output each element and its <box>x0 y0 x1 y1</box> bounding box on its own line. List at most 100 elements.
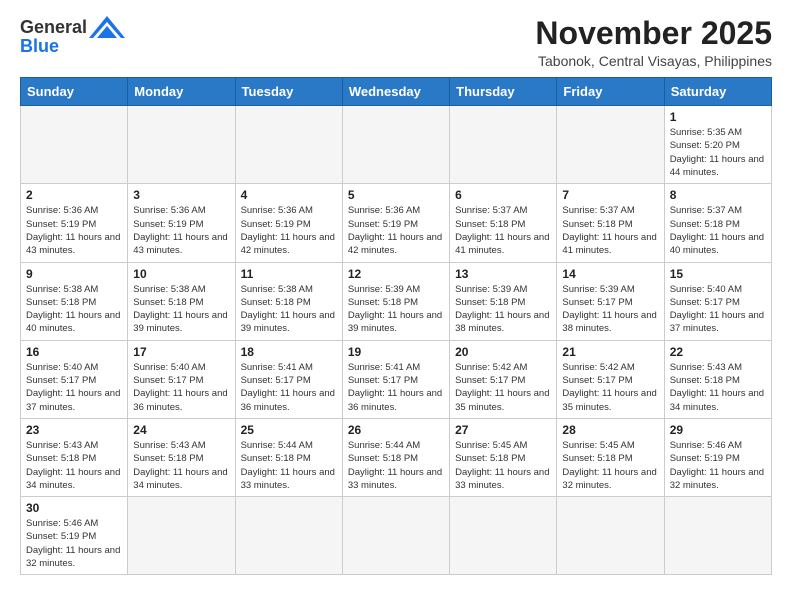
table-row <box>235 497 342 575</box>
day-info: Sunrise: 5:46 AMSunset: 5:19 PMDaylight:… <box>670 439 766 492</box>
logo-icon <box>89 16 125 38</box>
day-info: Sunrise: 5:43 AMSunset: 5:18 PMDaylight:… <box>670 361 766 414</box>
table-row: 2Sunrise: 5:36 AMSunset: 5:19 PMDaylight… <box>21 184 128 262</box>
logo: General Blue <box>20 16 125 57</box>
day-number: 9 <box>26 267 122 281</box>
day-number: 11 <box>241 267 337 281</box>
table-row <box>235 106 342 184</box>
day-info: Sunrise: 5:39 AMSunset: 5:18 PMDaylight:… <box>455 283 551 336</box>
table-row: 18 Sunrise: 5:41 AMSunset: 5:17 PMDayligh… <box>235 340 342 418</box>
day-number: 25 <box>241 423 337 437</box>
day-number: 21 <box>562 345 658 359</box>
table-row <box>557 497 664 575</box>
day-number: 20 <box>455 345 551 359</box>
table-row <box>450 497 557 575</box>
table-row: 13 Sunrise: 5:39 AMSunset: 5:18 PMDayligh… <box>450 262 557 340</box>
day-number: 3 <box>133 188 229 202</box>
day-number: 5 <box>348 188 444 202</box>
table-row: 11Sunrise: 5:38 AMSunset: 5:18 PMDayligh… <box>235 262 342 340</box>
day-number: 10 <box>133 267 229 281</box>
calendar-row-2: 2Sunrise: 5:36 AMSunset: 5:19 PMDaylight… <box>21 184 772 262</box>
day-info: Sunrise: 5:39 AMSunset: 5:18 PMDaylight:… <box>348 283 444 336</box>
day-number: 17 <box>133 345 229 359</box>
day-info: Sunrise: 5:44 AMSunset: 5:18 PMDaylight:… <box>348 439 444 492</box>
day-info: Sunrise: 5:38 AMSunset: 5:18 PMDaylight:… <box>26 283 122 336</box>
header-saturday: Saturday <box>664 78 771 106</box>
day-number: 8 <box>670 188 766 202</box>
table-row: 16Sunrise: 5:40 AMSunset: 5:17 PMDayligh… <box>21 340 128 418</box>
day-number: 14 <box>562 267 658 281</box>
calendar-row-5: 23 Sunrise: 5:43 AMSunset: 5:18 PMDayligh… <box>21 418 772 496</box>
title-area: November 2025 Tabonok, Central Visayas, … <box>535 16 772 69</box>
day-number: 26 <box>348 423 444 437</box>
header-wednesday: Wednesday <box>342 78 449 106</box>
table-row: 1Sunrise: 5:35 AMSunset: 5:20 PMDaylight… <box>664 106 771 184</box>
table-row: 28 Sunrise: 5:45 AMSunset: 5:18 PMDayligh… <box>557 418 664 496</box>
header-thursday: Thursday <box>450 78 557 106</box>
day-info: Sunrise: 5:43 AMSunset: 5:18 PMDaylight:… <box>133 439 229 492</box>
day-info: Sunrise: 5:37 AMSunset: 5:18 PMDaylight:… <box>562 204 658 257</box>
table-row: 29 Sunrise: 5:46 AMSunset: 5:19 PMDayligh… <box>664 418 771 496</box>
day-number: 23 <box>26 423 122 437</box>
day-number: 27 <box>455 423 551 437</box>
table-row: 25 Sunrise: 5:44 AMSunset: 5:18 PMDayligh… <box>235 418 342 496</box>
day-number: 15 <box>670 267 766 281</box>
table-row: 26 Sunrise: 5:44 AMSunset: 5:18 PMDayligh… <box>342 418 449 496</box>
table-row: 9 Sunrise: 5:38 AMSunset: 5:18 PMDaylight… <box>21 262 128 340</box>
day-info: Sunrise: 5:45 AMSunset: 5:18 PMDaylight:… <box>562 439 658 492</box>
day-info: Sunrise: 5:44 AMSunset: 5:18 PMDaylight:… <box>241 439 337 492</box>
logo-blue: Blue <box>20 36 59 57</box>
day-number: 28 <box>562 423 658 437</box>
day-info: Sunrise: 5:36 AMSunset: 5:19 PMDaylight:… <box>348 204 444 257</box>
table-row: 30Sunrise: 5:46 AMSunset: 5:19 PMDayligh… <box>21 497 128 575</box>
day-info: Sunrise: 5:38 AMSunset: 5:18 PMDaylight:… <box>133 283 229 336</box>
header-monday: Monday <box>128 78 235 106</box>
day-info: Sunrise: 5:41 AMSunset: 5:17 PMDaylight:… <box>348 361 444 414</box>
day-number: 29 <box>670 423 766 437</box>
table-row <box>128 106 235 184</box>
day-number: 18 <box>241 345 337 359</box>
day-number: 4 <box>241 188 337 202</box>
day-number: 30 <box>26 501 122 515</box>
calendar: Sunday Monday Tuesday Wednesday Thursday… <box>20 77 772 575</box>
table-row <box>342 106 449 184</box>
day-info: Sunrise: 5:40 AMSunset: 5:17 PMDaylight:… <box>133 361 229 414</box>
table-row: 3 Sunrise: 5:36 AMSunset: 5:19 PMDaylight… <box>128 184 235 262</box>
month-title: November 2025 <box>535 16 772 51</box>
day-info: Sunrise: 5:37 AMSunset: 5:18 PMDaylight:… <box>670 204 766 257</box>
table-row: 10 Sunrise: 5:38 AMSunset: 5:18 PMDayligh… <box>128 262 235 340</box>
subtitle: Tabonok, Central Visayas, Philippines <box>535 53 772 69</box>
day-info: Sunrise: 5:45 AMSunset: 5:18 PMDaylight:… <box>455 439 551 492</box>
day-info: Sunrise: 5:43 AMSunset: 5:18 PMDaylight:… <box>26 439 122 492</box>
day-info: Sunrise: 5:42 AMSunset: 5:17 PMDaylight:… <box>455 361 551 414</box>
table-row: 8 Sunrise: 5:37 AMSunset: 5:18 PMDaylight… <box>664 184 771 262</box>
day-number: 7 <box>562 188 658 202</box>
table-row <box>21 106 128 184</box>
day-info: Sunrise: 5:40 AMSunset: 5:17 PMDaylight:… <box>670 283 766 336</box>
table-row: 6Sunrise: 5:37 AMSunset: 5:18 PMDaylight… <box>450 184 557 262</box>
calendar-row-4: 16Sunrise: 5:40 AMSunset: 5:17 PMDayligh… <box>21 340 772 418</box>
weekday-header-row: Sunday Monday Tuesday Wednesday Thursday… <box>21 78 772 106</box>
calendar-row-3: 9 Sunrise: 5:38 AMSunset: 5:18 PMDaylight… <box>21 262 772 340</box>
day-info: Sunrise: 5:37 AMSunset: 5:18 PMDaylight:… <box>455 204 551 257</box>
header: General Blue November 2025 Tabonok, Cent… <box>20 16 772 69</box>
table-row <box>450 106 557 184</box>
day-number: 12 <box>348 267 444 281</box>
table-row <box>557 106 664 184</box>
table-row: 4 Sunrise: 5:36 AMSunset: 5:19 PMDaylight… <box>235 184 342 262</box>
table-row: 14Sunrise: 5:39 AMSunset: 5:17 PMDayligh… <box>557 262 664 340</box>
table-row: 20 Sunrise: 5:42 AMSunset: 5:17 PMDayligh… <box>450 340 557 418</box>
day-info: Sunrise: 5:40 AMSunset: 5:17 PMDaylight:… <box>26 361 122 414</box>
day-info: Sunrise: 5:36 AMSunset: 5:19 PMDaylight:… <box>26 204 122 257</box>
day-number: 22 <box>670 345 766 359</box>
day-number: 13 <box>455 267 551 281</box>
table-row: 22 Sunrise: 5:43 AMSunset: 5:18 PMDayligh… <box>664 340 771 418</box>
table-row <box>342 497 449 575</box>
day-number: 1 <box>670 110 766 124</box>
day-info: Sunrise: 5:36 AMSunset: 5:19 PMDaylight:… <box>241 204 337 257</box>
day-info: Sunrise: 5:36 AMSunset: 5:19 PMDaylight:… <box>133 204 229 257</box>
table-row: 5 Sunrise: 5:36 AMSunset: 5:19 PMDaylight… <box>342 184 449 262</box>
table-row: 15 Sunrise: 5:40 AMSunset: 5:17 PMDayligh… <box>664 262 771 340</box>
day-info: Sunrise: 5:41 AMSunset: 5:17 PMDaylight:… <box>241 361 337 414</box>
table-row: 17 Sunrise: 5:40 AMSunset: 5:17 PMDayligh… <box>128 340 235 418</box>
